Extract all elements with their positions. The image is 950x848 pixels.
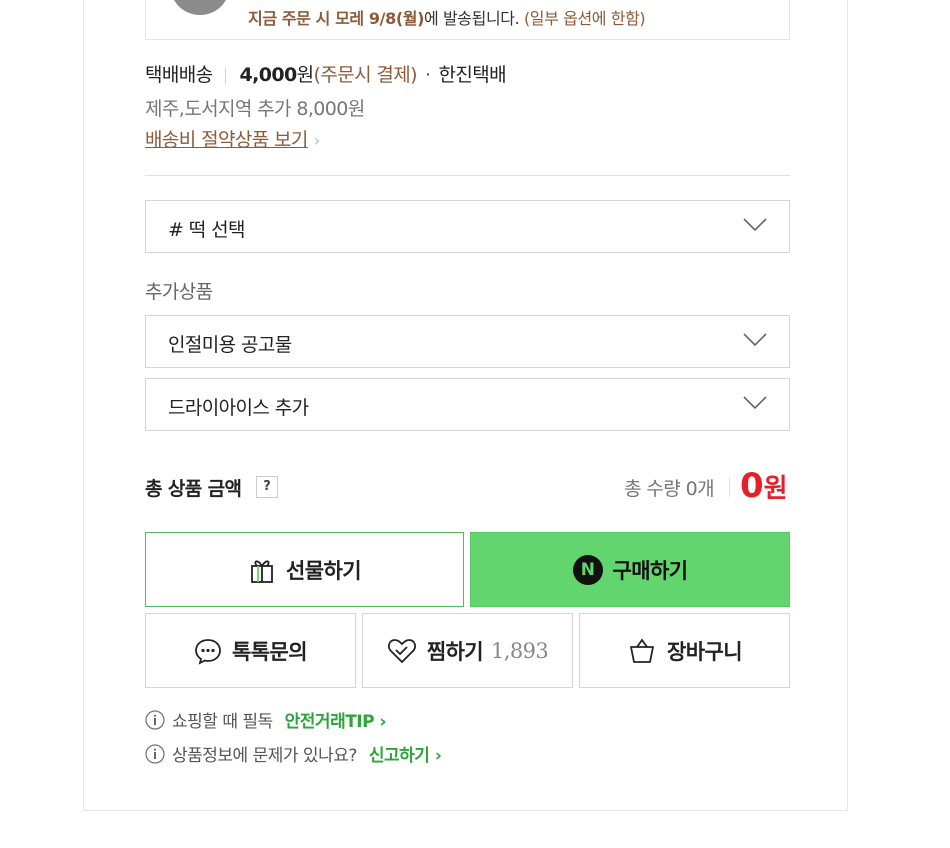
wish-count: 1,893 [491, 638, 549, 663]
chevron-right-icon: › [313, 131, 320, 150]
chevron-down-icon [743, 218, 767, 232]
addon-select-label: 인절미용 공고물 [168, 334, 292, 356]
chevron-down-icon [743, 396, 767, 410]
chat-bubble-icon [195, 638, 221, 665]
shipping-saving-link[interactable]: 배송비 절약상품 보기 › [145, 125, 320, 152]
gift-icon [251, 560, 273, 583]
addon-select-1[interactable]: 인절미용 공고물 [145, 315, 790, 368]
delivery-notice-note: (일부 옵션에 한함) [523, 9, 646, 28]
wish-button[interactable]: 찜하기 1,893 [362, 613, 573, 688]
tip-text: 쇼핑할 때 필독 [172, 712, 273, 732]
total-quantity: 총 수량 0개 [624, 478, 714, 500]
divider [145, 175, 790, 176]
shipping-price: 4,000 [239, 64, 298, 86]
addon-select-label: 드라이아이스 추가 [168, 397, 309, 419]
gift-button[interactable]: 선물하기 [145, 532, 464, 607]
shipping-carrier: 한진택배 [438, 64, 506, 86]
buy-button[interactable]: N 구매하기 [470, 532, 790, 607]
delivery-truck-icon [170, 0, 230, 15]
addon-select-2[interactable]: 드라이아이스 추가 [145, 378, 790, 431]
addon-title: 추가상품 [145, 281, 213, 303]
shipping-payment: (주문시 결제) [313, 64, 418, 86]
delivery-notice-middle: 에 발송됩니다. [423, 9, 520, 28]
delivery-notice: 지금 주문 시 모레 9/8(월)에 발송됩니다. (일부 옵션에 한함) [145, 0, 790, 40]
help-button[interactable]: ? [256, 476, 278, 498]
total-price: 0원 [740, 466, 788, 506]
divider [729, 477, 730, 497]
shipping-saving-link-label: 배송비 절약상품 보기 [145, 129, 308, 151]
divider [224, 67, 226, 84]
shipping-info: 택배배송 4,000원(주문시 결제) · 한진택배 [145, 60, 507, 87]
report-link[interactable]: 신고하기 › [369, 741, 442, 766]
shipping-price-unit: 원 [296, 64, 314, 86]
tip-row: 쇼핑할 때 필독 안전거래TIP › [145, 707, 387, 732]
shipping-method: 택배배송 [145, 64, 213, 86]
cart-button[interactable]: 장바구니 [579, 613, 790, 688]
gift-button-label: 선물하기 [286, 558, 361, 583]
total-price-label: 총 상품 금액 [145, 478, 242, 500]
shopping-bag-icon [630, 637, 654, 663]
info-icon [145, 709, 165, 730]
option-select-label: # 떡 선택 [168, 219, 245, 241]
buy-button-label: 구매하기 [612, 558, 688, 583]
chevron-down-icon [743, 333, 767, 347]
separator-dot: · [425, 64, 431, 86]
total-price-value: 0 [740, 466, 764, 506]
tip-row: 상품정보에 문제가 있나요? 신고하기 › [145, 741, 442, 766]
tip-text: 상품정보에 문제가 있나요? [172, 746, 357, 766]
delivery-date: 지금 주문 시 모레 9/8(월) [248, 9, 424, 28]
wish-button-label: 찜하기 [426, 639, 484, 664]
info-icon [145, 743, 165, 764]
cart-button-label: 장바구니 [667, 639, 742, 664]
total-price-unit: 원 [763, 474, 788, 504]
shipping-extra-fee: 제주,도서지역 추가 8,000원 [145, 98, 365, 120]
option-select-rice-cake[interactable]: # 떡 선택 [145, 200, 790, 253]
delivery-notice-text: 지금 주문 시 모레 9/8(월)에 발송됩니다. (일부 옵션에 한함) [248, 5, 646, 29]
safe-trade-tip-link[interactable]: 안전거래TIP › [285, 707, 387, 732]
heart-check-icon [387, 638, 416, 663]
naver-pay-icon: N [572, 554, 603, 585]
talktalk-button-label: 톡톡문의 [232, 639, 307, 664]
talktalk-inquiry-button[interactable]: 톡톡문의 [145, 613, 356, 688]
